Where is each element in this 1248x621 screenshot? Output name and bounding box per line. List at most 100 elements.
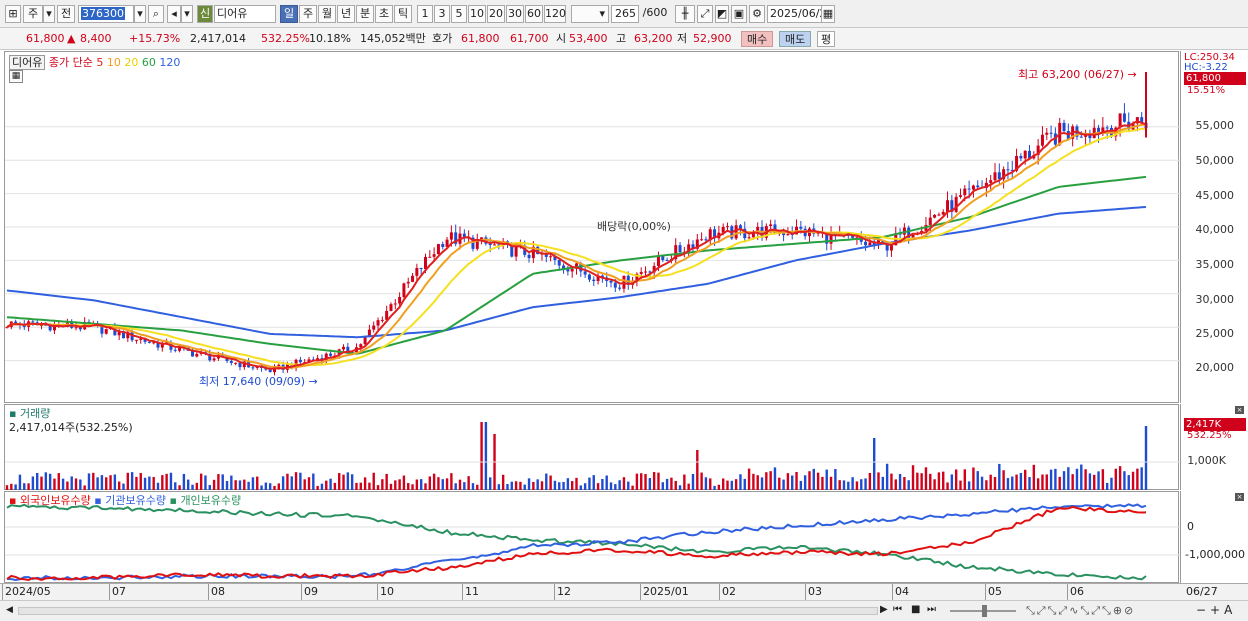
volume-bar [463,482,466,490]
price-panel[interactable]: 디어유 종가 단순 5 10 20 60 120 ▦ 최고 63,200 (06… [4,51,1180,403]
volume-bar [570,481,574,490]
volume-bar [105,477,108,490]
period-tab[interactable]: 초 [375,5,393,23]
chevron-down-icon[interactable]: ▾ [134,5,146,23]
chevron-down-icon[interactable]: ▾ [181,5,193,23]
candle-body [229,360,233,363]
buy-button[interactable]: 매수 [741,31,774,47]
candle-body [173,349,177,351]
volume-bar [838,480,841,490]
interval-button[interactable]: 60 [525,5,543,23]
scroll-track[interactable] [18,607,878,615]
scroll-left-icon[interactable]: ◀ [6,605,13,615]
fast-forward-icon[interactable]: ⏭ [927,604,936,615]
chart-settings-icon[interactable]: ⊞ [5,5,21,23]
type-select[interactable]: 주 [23,5,43,23]
grid-icon[interactable]: ▦ [9,70,23,83]
volume-bar [316,485,319,490]
volume-bar [212,479,216,490]
period-tab[interactable]: 년 [337,5,355,23]
period-tab[interactable]: 분 [356,5,374,23]
volume-bar [303,479,306,490]
volume-bar [458,479,462,490]
volume-bar [803,475,807,490]
period-tab[interactable]: 월 [318,5,336,23]
legend-stock-name: 디어유 [9,55,46,70]
change-arrow: ▲ [67,32,76,45]
price-tick: 20,000 [1195,361,1235,374]
volume-bar [532,481,535,490]
volume-bar [911,465,915,490]
volume-bar [855,481,859,490]
volume-bar [264,482,268,490]
candle-body [583,271,587,275]
stock-code-input[interactable]: 376300 [78,5,134,23]
volume-bar [161,475,164,490]
volume-bar [1101,469,1105,490]
volume-bar [622,477,626,490]
volume-bar [346,472,350,490]
gear-icon[interactable]: ⚙ [749,5,765,23]
avg-button[interactable]: 평 [817,31,836,47]
zoom-controls-icon[interactable]: −+A [1196,603,1236,617]
sell-button[interactable]: 매도 [779,31,812,47]
volume-bar [428,476,432,490]
volume-bar [1097,471,1100,490]
volume-bar [497,484,501,490]
volume-bar [1071,474,1074,490]
x-axis-last-label: 06/27 [1186,585,1218,598]
candle-body [1049,132,1053,134]
volume-bar [605,475,608,490]
period-tab[interactable]: 주 [299,5,317,23]
volume-bar [1049,469,1053,490]
calendar-icon[interactable]: ▦ [821,5,835,23]
draw-tool-icon[interactable]: ⤢ [697,5,713,23]
volume-bar [1054,468,1057,490]
interval-button[interactable]: 1 [417,5,433,23]
candle-body [1105,127,1109,129]
volume-bar [829,476,833,490]
volume-bar [527,478,531,490]
volume-bar [187,479,190,490]
period-tab[interactable]: 일 [280,5,298,23]
candle-body [406,281,410,284]
period-tab[interactable]: 틱 [394,5,412,23]
interval-button[interactable]: 20 [487,5,505,23]
candle-body [613,282,617,288]
panel-close-icon[interactable]: × [1235,493,1244,501]
holdings-panel[interactable]: ▪ 외국인보유수량 ▪ 기관보유수량 ▪ 개인보유수량 [4,491,1180,583]
candle-body [359,344,363,348]
x-axis-label: 2024/05 [5,585,51,598]
candle-body [376,320,380,326]
volume-panel[interactable]: ▪ 거래량 2,417,014주(532.25%) [4,404,1180,490]
volume-bar [256,476,259,490]
zoom-slider-handle[interactable] [982,605,987,617]
stock-name-field[interactable]: 디어유 [214,5,276,23]
x-axis-tick [892,584,893,600]
interval-select[interactable]: ▾ [571,5,609,23]
volume-bar [627,481,630,490]
drawing-tools-icons[interactable]: ⤡⤢⤡⤢∿⤡⤢⤡⊕⊘ [1026,604,1135,618]
volume-bar [743,478,746,490]
x-axis-label: 2025/01 [643,585,689,598]
interval-button[interactable]: 30 [506,5,524,23]
speaker-icon[interactable]: ◂ [167,5,181,23]
rewind-icon[interactable]: ⏮ [893,604,902,615]
save-icon[interactable]: ▣ [731,5,747,23]
search-icon[interactable]: ⌕ [148,5,164,23]
interval-button[interactable]: 3 [434,5,450,23]
prev-button[interactable]: 전 [57,5,75,23]
chevron-down-icon[interactable]: ▾ [43,5,55,23]
interval-button[interactable]: 10 [468,5,486,23]
count-input[interactable]: 265 [611,5,639,23]
volume-bar [713,485,716,490]
volume-bar [665,478,669,490]
scroll-right-icon[interactable]: ▶ [880,604,888,615]
stop-icon[interactable]: ■ [911,604,920,615]
axis-hc-label: HC:-3.22 [1184,62,1228,70]
panel-close-icon[interactable]: × [1235,406,1244,414]
interval-button[interactable]: 120 [544,5,566,23]
candle-type-icon[interactable]: ╫ [675,5,695,23]
interval-button[interactable]: 5 [451,5,467,23]
chart-area-icon[interactable]: ◩ [715,5,729,23]
